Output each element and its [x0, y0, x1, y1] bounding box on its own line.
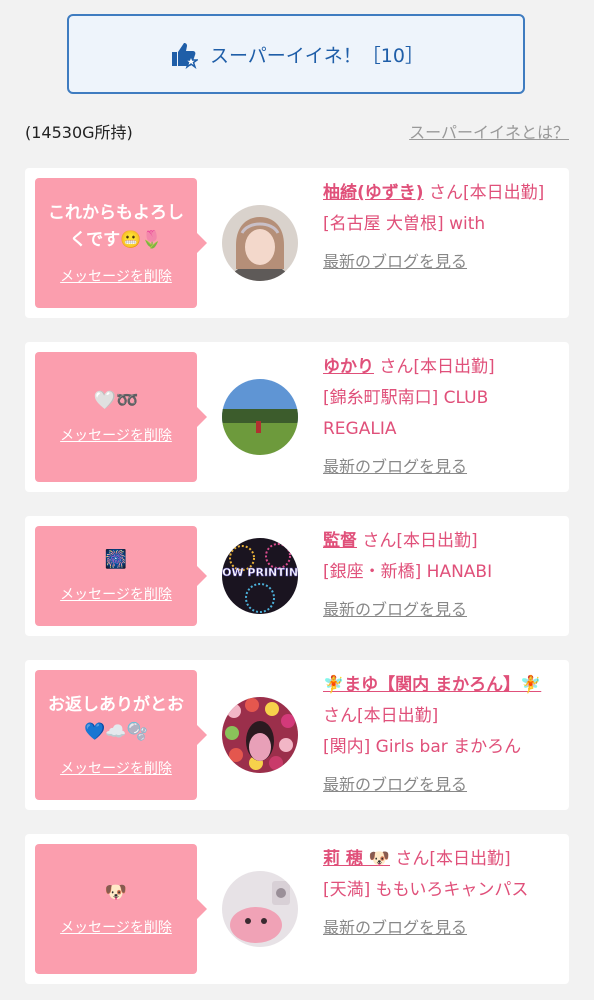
latest-blog-link[interactable]: 最新のブログを見る: [323, 769, 467, 800]
latest-blog-link[interactable]: 最新のブログを見る: [323, 451, 467, 482]
delete-message-link[interactable]: メッセージを削除: [60, 917, 172, 937]
like-card: これからもよろし くです😬🌷 メッセージを削除 柚綺(ゆずき) さん[本日出勤]…: [25, 168, 569, 318]
host-status: さん[本日出勤]: [379, 357, 495, 377]
host-details: 監督 さん[本日出勤] [銀座・新橋] HANABI 最新のブログを見る: [323, 526, 559, 626]
delete-message-link[interactable]: メッセージを削除: [60, 425, 172, 445]
like-card: 🐶 メッセージを削除 莉 穂 🐶 さん[本日出勤] [天満] ももいろキャンパス…: [25, 834, 569, 984]
avatar[interactable]: [222, 871, 298, 947]
host-details: 🧚まゆ【関内 まかろん】🧚 さん[本日出勤] [関内] Girls bar まか…: [323, 670, 559, 801]
message-text: これからもよろし くです😬🌷: [48, 203, 184, 250]
message-bubble: 🤍➿ メッセージを削除: [35, 352, 207, 482]
host-status: さん[本日出勤]: [428, 183, 545, 203]
shop-name: [銀座・新橋] HANABI: [323, 562, 493, 582]
host-name-link[interactable]: 莉 穂 🐶: [323, 849, 390, 869]
like-card: 🤍➿ メッセージを削除 ゆかり さん[本日出勤] [錦糸町駅南口] CLUB R…: [25, 342, 569, 492]
avatar[interactable]: [222, 205, 298, 281]
host-status: さん[本日出勤]: [323, 706, 439, 726]
super-like-label: スーパーイイネ！［10］: [210, 44, 424, 67]
host-details: 柚綺(ゆずき) さん[本日出勤] [名古屋 大曽根] with 最新のブログを見…: [323, 178, 559, 278]
super-like-button[interactable]: スーパーイイネ！［10］: [67, 14, 525, 94]
message-bubble: 🐶 メッセージを削除: [35, 844, 207, 974]
avatar[interactable]: NOW PRINTING: [222, 538, 298, 614]
host-details: ゆかり さん[本日出勤] [錦糸町駅南口] CLUB REGALIA 最新のブロ…: [323, 352, 559, 483]
about-super-like-link[interactable]: スーパーイイネとは？: [409, 119, 569, 143]
avatar[interactable]: [222, 697, 298, 773]
shop-name: [天満] ももいろキャンパス: [323, 880, 529, 900]
host-name-link[interactable]: ゆかり: [323, 357, 374, 377]
avatar-caption: NOW PRINTING: [222, 566, 298, 579]
message-bubble: お返しありがとお 💙☁️🫧 メッセージを削除: [35, 670, 207, 800]
shop-name: [名古屋 大曽根] with: [323, 214, 486, 234]
message-text: お返しありがとお 💙☁️🫧: [48, 695, 184, 742]
like-card: 🎆 メッセージを削除 NOW PRINTING 監督 さん[本日出勤] [銀座・…: [25, 516, 569, 636]
message-text: 🤍➿: [93, 390, 139, 411]
shop-name: [関内] Girls bar まかろん: [323, 737, 522, 757]
host-status: さん[本日出勤]: [362, 531, 478, 551]
like-card: お返しありがとお 💙☁️🫧 メッセージを削除 🧚まゆ【関内 まかろん】🧚 さん[…: [25, 660, 569, 810]
shop-name: [錦糸町駅南口] CLUB REGALIA: [323, 388, 489, 439]
host-details: 莉 穂 🐶 さん[本日出勤] [天満] ももいろキャンパス 最新のブログを見る: [323, 844, 559, 944]
latest-blog-link[interactable]: 最新のブログを見る: [323, 912, 467, 943]
message-bubble: これからもよろし くです😬🌷 メッセージを削除: [35, 178, 207, 308]
delete-message-link[interactable]: メッセージを削除: [60, 758, 172, 778]
host-name-link[interactable]: 監督: [323, 531, 357, 551]
message-text: 🎆: [104, 549, 128, 570]
message-text: 🐶: [104, 882, 128, 903]
points-balance: (14530G所持): [25, 123, 133, 142]
avatar[interactable]: [222, 379, 298, 455]
latest-blog-link[interactable]: 最新のブログを見る: [323, 246, 467, 277]
host-status: さん[本日出勤]: [395, 849, 511, 869]
message-bubble: 🎆 メッセージを削除: [35, 526, 207, 626]
thumbs-up-star-icon: [172, 43, 198, 69]
delete-message-link[interactable]: メッセージを削除: [60, 584, 172, 604]
info-row: (14530G所持) スーパーイイネとは？: [25, 118, 569, 144]
host-name-link[interactable]: 柚綺(ゆずき): [323, 183, 424, 203]
latest-blog-link[interactable]: 最新のブログを見る: [323, 594, 467, 625]
delete-message-link[interactable]: メッセージを削除: [60, 266, 172, 286]
host-name-link[interactable]: 🧚まゆ【関内 まかろん】🧚: [323, 675, 541, 695]
